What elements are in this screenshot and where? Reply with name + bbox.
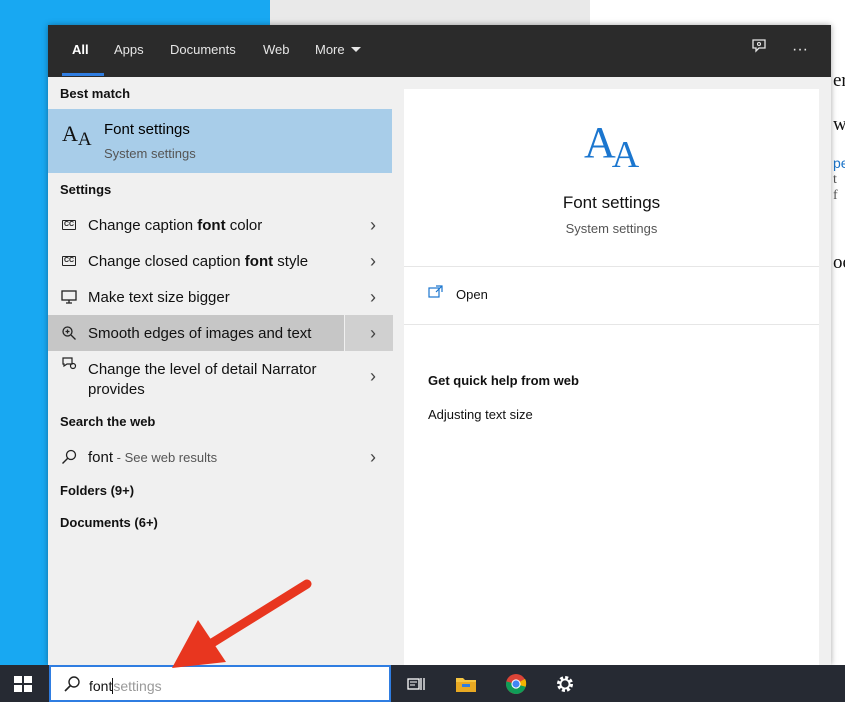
documents-header[interactable]: Documents (6+)	[60, 515, 158, 530]
background-document-header	[270, 0, 590, 25]
background-text: w	[833, 114, 845, 135]
divider	[404, 266, 819, 267]
settings-gear-icon[interactable]	[545, 665, 585, 702]
tab-apps[interactable]: Apps	[114, 25, 144, 77]
search-web-header: Search the web	[60, 414, 156, 429]
background-text: t f	[833, 172, 838, 203]
open-external-icon	[428, 285, 443, 301]
background-text: er	[833, 70, 845, 91]
settings-item-label: Change caption font color	[88, 217, 263, 234]
task-view-icon[interactable]	[396, 665, 436, 702]
chevron-right-icon[interactable]: ›	[370, 243, 376, 279]
chrome-icon[interactable]	[496, 665, 536, 702]
narrator-icon	[60, 351, 78, 375]
tab-documents[interactable]: Documents	[170, 25, 236, 77]
chevron-right-icon[interactable]: ›	[370, 279, 376, 315]
chevron-right-icon[interactable]: ›	[370, 315, 376, 351]
magnifier-icon	[60, 315, 78, 351]
closed-caption-icon: CC	[61, 220, 77, 230]
folders-header[interactable]: Folders (9+)	[60, 483, 134, 498]
preview-subtitle: System settings	[565, 221, 658, 236]
best-match-subtitle: System settings	[104, 146, 196, 161]
preview-title: Font settings	[562, 193, 661, 212]
quick-help-header: Get quick help from web	[428, 373, 579, 388]
settings-item-text-size[interactable]: Make text size bigger ›	[48, 279, 392, 315]
settings-item-label: Smooth edges of images and text	[88, 325, 312, 342]
closed-caption-icon: CC	[61, 256, 77, 266]
results-list: Best match AA Font settings System setti…	[48, 77, 393, 665]
expand-button[interactable]	[344, 315, 393, 351]
settings-item-narrator[interactable]: Change the level of detail Narrator prov…	[48, 351, 392, 401]
tab-more-label: More	[315, 42, 345, 57]
search-query-text: fontsettings	[89, 678, 162, 694]
taskbar: fontsettings	[0, 665, 845, 702]
taskbar-search-input[interactable]: fontsettings	[49, 665, 391, 702]
divider	[404, 324, 819, 325]
web-result-label: font - See web results	[88, 449, 218, 466]
chevron-right-icon[interactable]: ›	[370, 439, 376, 475]
windows-start-icon[interactable]	[14, 676, 32, 692]
settings-item-label: Change the level of detail Narrator prov…	[88, 361, 317, 398]
font-aa-icon: AA	[62, 121, 92, 150]
monitor-icon	[60, 279, 78, 315]
best-match-item[interactable]: AA Font settings System settings	[48, 109, 392, 173]
open-action[interactable]: Open	[456, 287, 488, 302]
feedback-icon[interactable]	[744, 25, 774, 77]
tab-more[interactable]: More	[315, 25, 361, 77]
settings-item-caption-style[interactable]: CC Change closed caption font style ›	[48, 243, 392, 279]
search-scope-tabs: All Apps Documents Web More ···	[48, 25, 831, 77]
quick-help-link[interactable]: Adjusting text size	[428, 407, 533, 422]
more-options-icon[interactable]: ···	[785, 25, 815, 77]
chevron-right-icon[interactable]: ›	[370, 207, 376, 243]
background-text: oo	[833, 252, 845, 273]
preview-pane: AA Font settings System settings Open Ge…	[404, 89, 819, 665]
tab-web[interactable]: Web	[263, 25, 290, 77]
file-explorer-icon[interactable]	[446, 665, 486, 702]
settings-header: Settings	[60, 182, 112, 197]
settings-item-label: Make text size bigger	[88, 289, 230, 306]
font-aa-icon: AA	[584, 118, 640, 176]
chevron-down-icon	[350, 47, 361, 52]
background-link: pe	[833, 155, 845, 171]
best-match-title: Font settings	[104, 121, 190, 138]
web-result-item[interactable]: font - See web results ›	[48, 439, 392, 475]
settings-item-label: Change closed caption font style	[88, 253, 309, 270]
search-panel: All Apps Documents Web More ··· Best mat…	[48, 25, 831, 665]
best-match-header: Best match	[60, 86, 131, 101]
chevron-right-icon[interactable]: ›	[370, 358, 376, 394]
active-tab-indicator	[62, 73, 104, 76]
tab-all[interactable]: All	[72, 25, 89, 77]
search-icon	[63, 675, 81, 698]
settings-item-smooth-edges[interactable]: Smooth edges of images and text ›	[48, 315, 393, 351]
search-icon	[60, 439, 78, 475]
settings-item-caption-color[interactable]: CC Change caption font color ›	[48, 207, 392, 243]
